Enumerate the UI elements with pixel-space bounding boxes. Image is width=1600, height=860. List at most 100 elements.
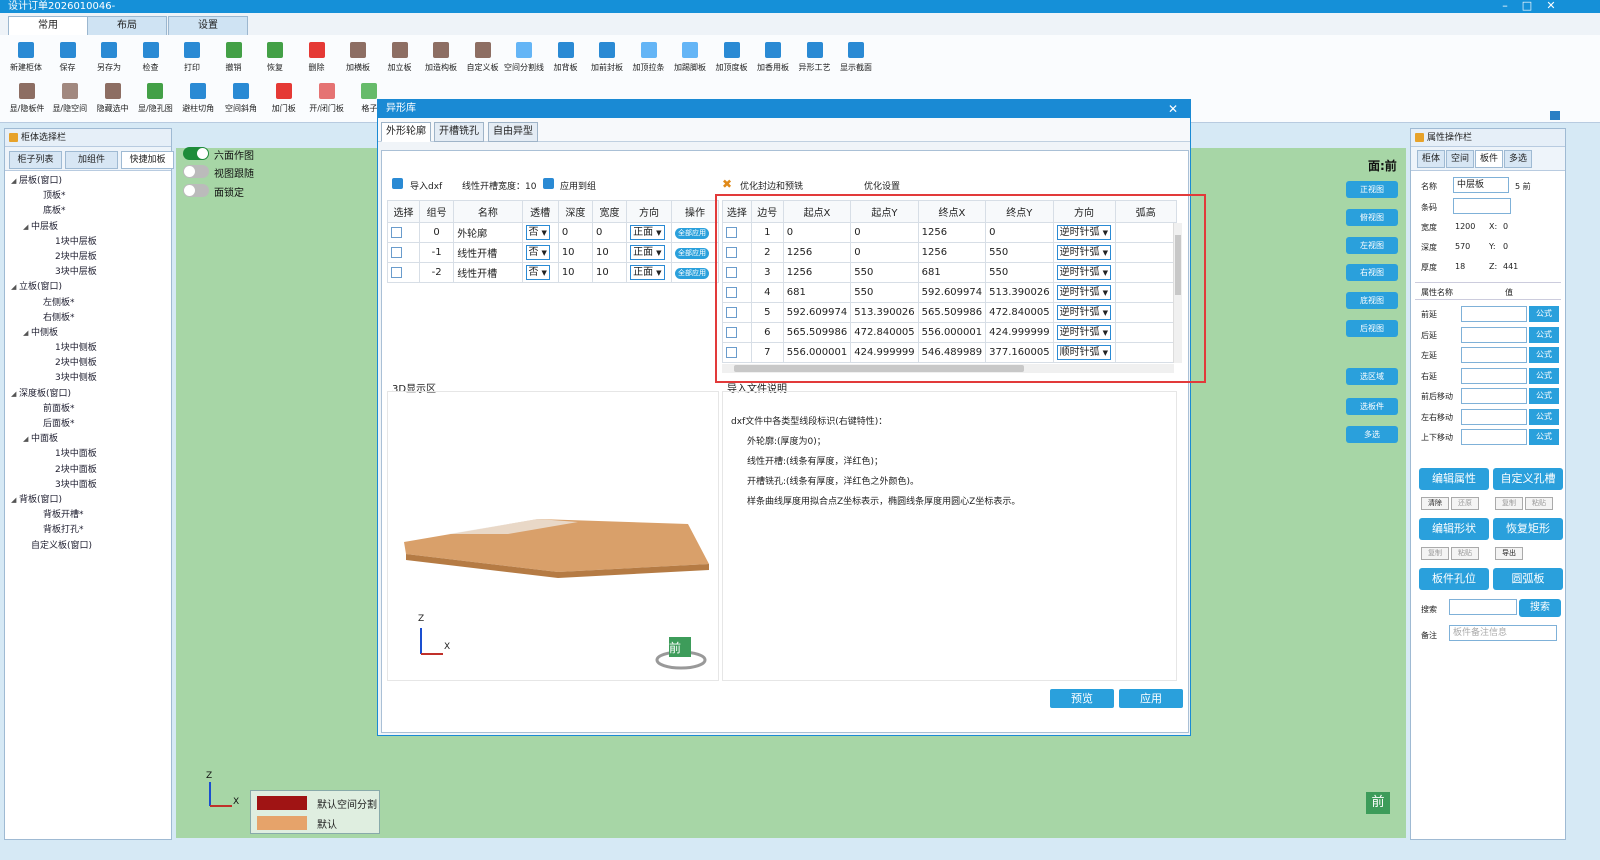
attr-input-4[interactable] bbox=[1461, 388, 1527, 404]
edge-dir-cell[interactable]: 逆时针弧 ▼ bbox=[1052, 302, 1116, 323]
attr-input-0[interactable] bbox=[1461, 306, 1527, 322]
coord-cell-sy[interactable]: 472.840005 bbox=[850, 322, 919, 343]
tree-item[interactable]: ◢ 深度板(窗口) bbox=[11, 387, 171, 402]
search-input[interactable] bbox=[1449, 599, 1517, 615]
pin-icon[interactable] bbox=[9, 133, 18, 142]
coord-cell-sy[interactable]: 550 bbox=[850, 262, 919, 283]
tree-item[interactable]: ◢ 中侧板 bbox=[11, 326, 171, 341]
arc-cell[interactable] bbox=[1114, 302, 1178, 323]
row-checkbox[interactable] bbox=[386, 222, 421, 243]
view-cube-front[interactable]: 前 bbox=[1366, 792, 1390, 814]
z-value[interactable]: 441 bbox=[1503, 262, 1518, 271]
coord-cell-sy[interactable]: 0 bbox=[850, 242, 919, 263]
tool-row1-15[interactable]: 加顶拉条 bbox=[628, 42, 670, 73]
through-select[interactable]: 否 ▼ bbox=[525, 265, 550, 280]
through-select[interactable]: 否 ▼ bbox=[525, 245, 550, 260]
groups-row[interactable]: -1 线性开槽否 ▼ 10 10 正面 ▼ 全部应用 bbox=[386, 242, 720, 263]
through-cell[interactable]: 否 ▼ bbox=[521, 222, 559, 243]
apply-button[interactable]: 应用 bbox=[1119, 689, 1183, 708]
tool-row1-12[interactable]: 空间分割线 bbox=[503, 42, 545, 73]
row-checkbox[interactable] bbox=[722, 242, 752, 263]
edge-dir-cell[interactable]: 逆时针弧 ▼ bbox=[1052, 242, 1116, 263]
close-button[interactable]: ✕ bbox=[1540, 0, 1562, 13]
tab-common[interactable]: 常用 bbox=[8, 16, 88, 35]
coord-cell-ex[interactable]: 592.609974 bbox=[917, 282, 987, 303]
tab-cabinet[interactable]: 柜体 bbox=[1417, 150, 1445, 168]
tree-item[interactable]: 1块中层板 bbox=[11, 235, 171, 250]
groups-row[interactable]: 0 外轮廓否 ▼ 0 0 正面 ▼ 全部应用 bbox=[386, 222, 720, 243]
row-checkbox[interactable] bbox=[722, 342, 752, 363]
checkbox[interactable] bbox=[726, 266, 737, 278]
tree-item[interactable]: 后面板* bbox=[11, 417, 171, 432]
coord-cell-sx[interactable]: 1256 bbox=[782, 242, 852, 263]
width-cell[interactable]: 10 bbox=[591, 242, 628, 263]
view-button-6[interactable]: 选区域 bbox=[1346, 368, 1398, 385]
maximize-button[interactable]: □ bbox=[1516, 0, 1538, 13]
coord-cell-sx[interactable]: 592.609974 bbox=[782, 302, 852, 323]
checkbox[interactable] bbox=[391, 246, 402, 258]
edge-dir-select[interactable]: 逆时针弧 ▼ bbox=[1056, 265, 1111, 280]
import-dxf-icon[interactable] bbox=[392, 178, 403, 189]
tree-item[interactable]: 3块中面板 bbox=[11, 478, 171, 493]
tree-item[interactable]: 3块中侧板 bbox=[11, 371, 171, 386]
tool-row2-2[interactable]: 隐藏选中 bbox=[92, 83, 134, 114]
coord-cell-ex[interactable]: 1256 bbox=[917, 222, 987, 243]
tree-item[interactable]: 右侧板* bbox=[11, 311, 171, 326]
edges-row[interactable]: 3 1256 550 681 550 逆时针弧 ▼ bbox=[722, 262, 1178, 283]
tree-item[interactable]: 自定义板(窗口) bbox=[11, 539, 171, 554]
checkbox[interactable] bbox=[726, 346, 737, 358]
coord-cell-ex[interactable]: 681 bbox=[917, 262, 987, 283]
panel-button-1[interactable]: 自定义孔槽 bbox=[1493, 468, 1563, 490]
tree-item[interactable]: 1块中侧板 bbox=[11, 341, 171, 356]
tool-row1-5[interactable]: 撤销 bbox=[213, 42, 255, 73]
tab-free-shape[interactable]: 自由异型 bbox=[488, 122, 538, 142]
edge-dir-cell[interactable]: 顺时针弧 ▼ bbox=[1052, 342, 1116, 363]
depth-cell[interactable]: 10 bbox=[557, 262, 593, 283]
coord-cell-ex[interactable]: 546.489989 bbox=[917, 342, 987, 363]
toggle-six-face[interactable] bbox=[183, 147, 209, 160]
edges-vscrollbar[interactable] bbox=[1173, 223, 1182, 363]
tool-row2-1[interactable]: 显/隐空间 bbox=[49, 83, 91, 114]
tree-item[interactable]: 左侧板* bbox=[11, 296, 171, 311]
tree-item[interactable]: 2块中层板 bbox=[11, 250, 171, 265]
apply-all-button[interactable]: 全部应用 bbox=[674, 267, 709, 279]
tool-row1-10[interactable]: 加造构板 bbox=[420, 42, 462, 73]
coord-cell-sx[interactable]: 1256 bbox=[782, 262, 852, 283]
edge-dir-cell[interactable]: 逆时针弧 ▼ bbox=[1052, 322, 1116, 343]
coord-cell-ey[interactable]: 424.999999 bbox=[985, 322, 1054, 343]
tool-row2-0[interactable]: 显/隐板件 bbox=[6, 83, 48, 114]
edge-dir-select[interactable]: 逆时针弧 ▼ bbox=[1056, 325, 1111, 340]
tab-multi[interactable]: 多选 bbox=[1504, 150, 1532, 168]
expand-icon[interactable]: ◢ bbox=[23, 432, 31, 447]
edge-dir-select[interactable]: 逆时针弧 ▼ bbox=[1056, 245, 1111, 260]
attr-input-2[interactable] bbox=[1461, 347, 1527, 363]
tool-row1-14[interactable]: 加前封板 bbox=[586, 42, 628, 73]
small-button-b2[interactable]: 导出 bbox=[1495, 547, 1523, 560]
dir-cell[interactable]: 正面 ▼ bbox=[626, 242, 672, 263]
tool-row2-5[interactable]: 空间斜角 bbox=[220, 83, 262, 114]
tool-row1-3[interactable]: 检查 bbox=[130, 42, 172, 73]
arc-cell[interactable] bbox=[1114, 342, 1178, 363]
coord-cell-sx[interactable]: 681 bbox=[782, 282, 852, 303]
panel-button-3[interactable]: 恢复矩形 bbox=[1493, 518, 1563, 540]
tool-row2-7[interactable]: 开/闭门板 bbox=[306, 83, 348, 114]
row-checkbox[interactable] bbox=[722, 302, 752, 323]
tab-outline[interactable]: 外形轮廓 bbox=[381, 122, 431, 142]
search-button[interactable]: 搜索 bbox=[1519, 599, 1561, 617]
view-button-0[interactable]: 正视图 bbox=[1346, 181, 1398, 198]
tool-row1-8[interactable]: 加横板 bbox=[337, 42, 379, 73]
dir-select[interactable]: 正面 ▼ bbox=[630, 245, 665, 260]
tab-quick-add-board[interactable]: 快捷加板 bbox=[121, 151, 174, 169]
coord-cell-sy[interactable]: 424.999999 bbox=[850, 342, 919, 363]
coord-cell-sx[interactable]: 565.509986 bbox=[782, 322, 852, 343]
small-button-a1[interactable]: 还原 bbox=[1451, 497, 1479, 510]
tree-item[interactable]: 2块中侧板 bbox=[11, 356, 171, 371]
arc-cell[interactable] bbox=[1114, 322, 1178, 343]
expand-icon[interactable]: ◢ bbox=[11, 387, 19, 402]
edge-dir-cell[interactable]: 逆时针弧 ▼ bbox=[1052, 282, 1116, 303]
coord-cell-ey[interactable]: 377.160005 bbox=[985, 342, 1054, 363]
tool-row1-0[interactable]: 新建柜体 bbox=[5, 42, 47, 73]
groups-row[interactable]: -2 线性开槽否 ▼ 10 10 正面 ▼ 全部应用 bbox=[386, 262, 720, 283]
grid-icon[interactable] bbox=[1550, 111, 1560, 120]
tree-item[interactable]: 3块中层板 bbox=[11, 265, 171, 280]
